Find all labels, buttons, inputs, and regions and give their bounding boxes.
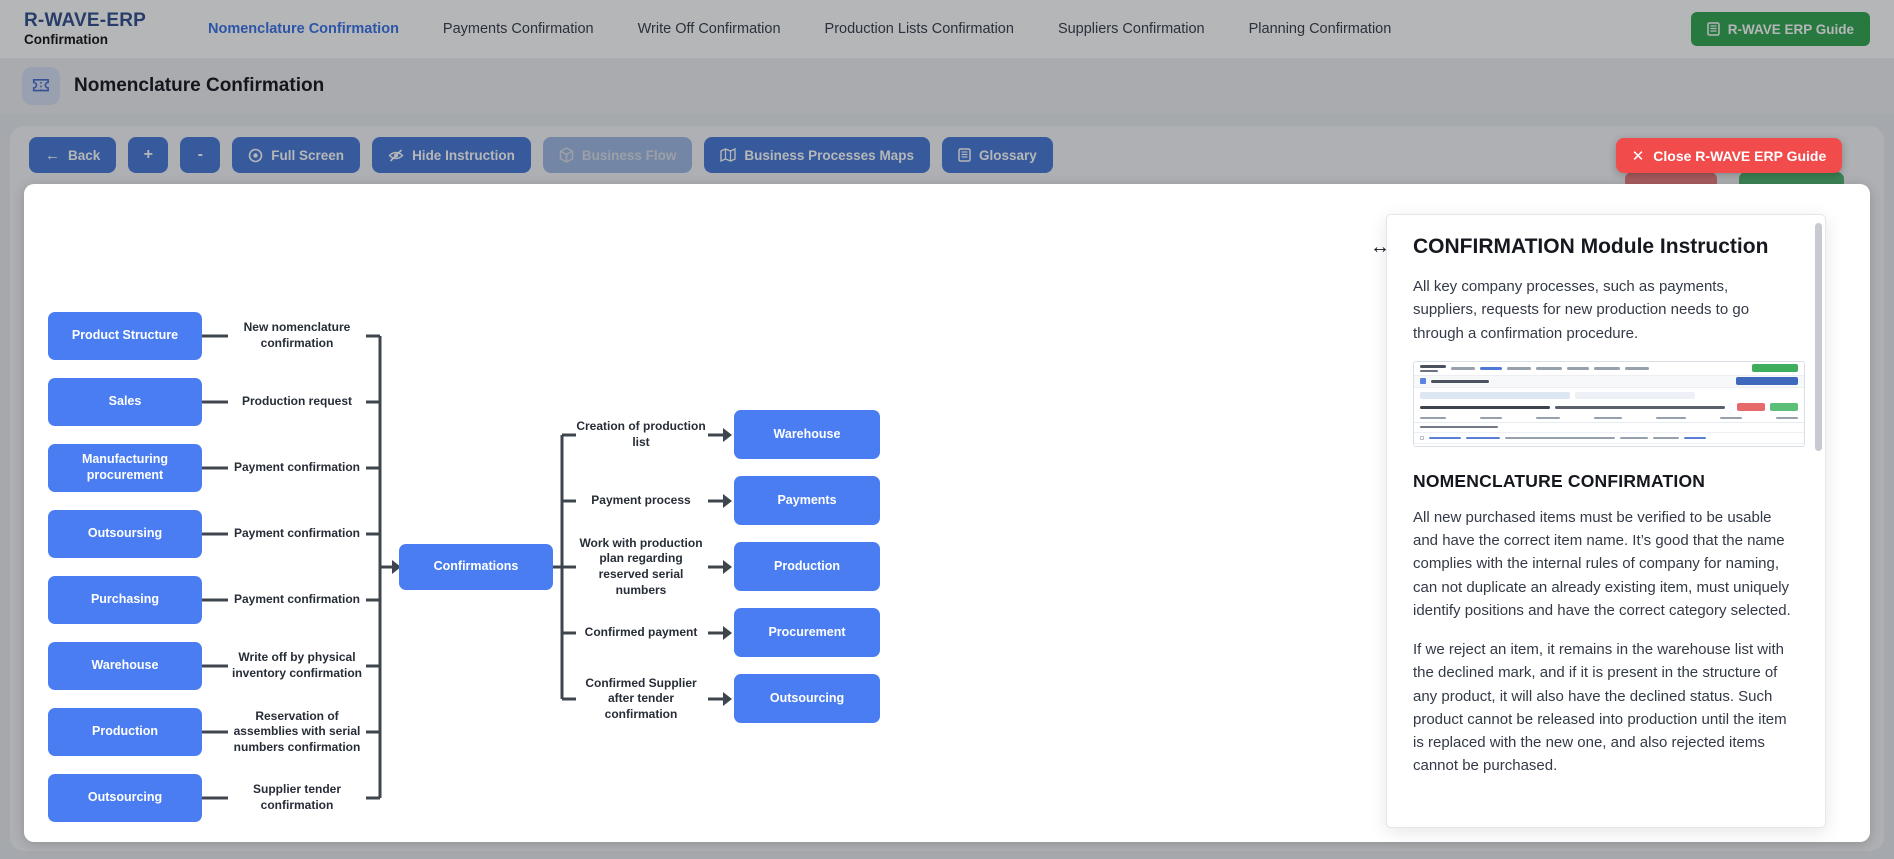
flow-node-warehouse-src[interactable]: Warehouse: [48, 642, 202, 690]
edge-label: Write off by physical inventory confirma…: [228, 633, 366, 699]
panel-paragraph-2: If we reject an item, it remains in the …: [1413, 638, 1791, 778]
panel-paragraph-1: All new purchased items must be verified…: [1413, 506, 1791, 622]
edge-label: Confirmed payment: [576, 600, 706, 666]
app-screen: R-WAVE-ERP Confirmation Nomenclature Con…: [0, 0, 1894, 859]
thumbnail-topnav: [1414, 362, 1804, 375]
edge-label: Payment process: [576, 468, 706, 534]
flow-node-sales[interactable]: Sales: [48, 378, 202, 426]
thumbnail-totals-row: [1414, 401, 1804, 414]
close-erp-guide-label: Close R-WAVE ERP Guide: [1653, 148, 1826, 164]
flow-node-purchasing[interactable]: Purchasing: [48, 576, 202, 624]
thumbnail-table-header: [1414, 414, 1804, 423]
flow-node-procurement[interactable]: Procurement: [734, 608, 880, 657]
panel-scrollbar-thumb[interactable]: [1815, 223, 1822, 451]
guide-screenshot-thumbnail: [1413, 361, 1805, 447]
edge-label: New nomenclature confirmation: [228, 303, 366, 369]
flow-node-production-tgt[interactable]: Production: [734, 542, 880, 591]
instruction-panel: ↔ CONFIRMATION Module Instruction All ke…: [1386, 214, 1826, 828]
edge-label: Production request: [228, 369, 366, 435]
edge-label: Payment confirmation: [228, 501, 366, 567]
edge-label: Creation of production list: [576, 402, 706, 468]
thumbnail-data-row: [1414, 432, 1804, 443]
edge-label: Work with production plan regarding rese…: [576, 534, 706, 600]
panel-resize-handle-icon[interactable]: ↔: [1370, 236, 1390, 259]
close-erp-guide-button[interactable]: ✕ Close R-WAVE ERP Guide: [1616, 138, 1842, 173]
edge-label: Payment confirmation: [228, 435, 366, 501]
flow-node-confirmations[interactable]: Confirmations: [399, 544, 553, 590]
edge-label: Payment confirmation: [228, 567, 366, 633]
panel-title: CONFIRMATION Module Instruction: [1413, 235, 1791, 259]
thumbnail-pagebar: [1414, 375, 1804, 388]
thumbnail-tabs: [1414, 390, 1804, 401]
panel-intro: All key company processes, such as payme…: [1413, 275, 1791, 345]
flow-node-product-structure[interactable]: Product Structure: [48, 312, 202, 360]
flow-node-outsourcing-tgt[interactable]: Outsourcing: [734, 674, 880, 723]
flow-node-outsourcing-src[interactable]: Outsourcing: [48, 774, 202, 822]
flow-node-warehouse-tgt[interactable]: Warehouse: [734, 410, 880, 459]
close-x-icon: ✕: [1632, 147, 1645, 165]
thumbnail-group-row: [1414, 423, 1804, 432]
flow-node-manufacturing-procurement[interactable]: Manufacturing procurement: [48, 444, 202, 492]
edge-label: Supplier tender confirmation: [228, 765, 366, 831]
flow-node-outsoursing[interactable]: Outsoursing: [48, 510, 202, 558]
edge-label: Reservation of assemblies with serial nu…: [228, 699, 366, 765]
edge-label: Confirmed Supplier after tender confirma…: [576, 666, 706, 732]
panel-section-title: NOMENCLATURE CONFIRMATION: [1413, 471, 1791, 492]
flow-node-production-src[interactable]: Production: [48, 708, 202, 756]
flow-node-payments[interactable]: Payments: [734, 476, 880, 525]
thumbnail-data-row: [1414, 443, 1804, 447]
